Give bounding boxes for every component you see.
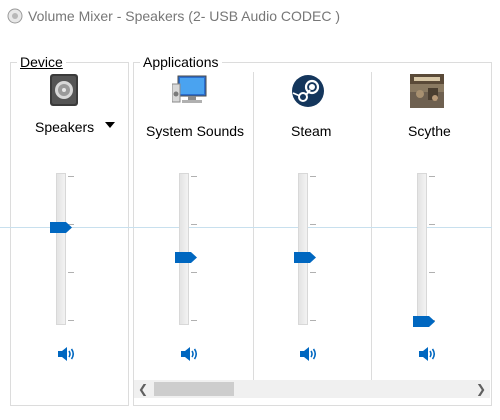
device-name-label[interactable]: Speakers bbox=[35, 119, 94, 135]
volume-tick bbox=[429, 224, 435, 225]
device-mute-button-speaker-icon[interactable] bbox=[56, 344, 78, 364]
system-sounds-volume-slider-thumb[interactable] bbox=[175, 252, 197, 263]
application-label: System Sounds bbox=[146, 123, 245, 139]
column-divider bbox=[371, 72, 372, 380]
volume-tick bbox=[310, 320, 316, 321]
scythe-volume-slider-thumb[interactable] bbox=[413, 316, 435, 327]
device-group-label: Device bbox=[17, 54, 66, 70]
volume-tick bbox=[429, 176, 435, 177]
scrollbar-thumb[interactable] bbox=[154, 382, 234, 396]
application-label: Scythe bbox=[408, 123, 451, 139]
applications-group-label: Applications bbox=[140, 54, 222, 70]
volume-tick bbox=[191, 176, 197, 177]
device-volume-slider-thumb[interactable] bbox=[50, 222, 72, 233]
applications-horizontal-scrollbar[interactable]: ❮ ❯ bbox=[134, 380, 490, 398]
scythe-volume-track[interactable] bbox=[417, 173, 427, 325]
device-dropdown-arrow-icon[interactable] bbox=[105, 122, 115, 128]
volume-tick bbox=[310, 272, 316, 273]
volume-tick bbox=[310, 176, 316, 177]
scythe-mute-button-speaker-icon[interactable] bbox=[417, 344, 439, 364]
volume-tick bbox=[429, 272, 435, 273]
scroll-right-arrow-icon[interactable]: ❯ bbox=[472, 380, 490, 398]
system-sounds-icon[interactable] bbox=[172, 74, 210, 108]
speaker-device-icon[interactable] bbox=[48, 72, 80, 108]
system-sounds-volume-track[interactable] bbox=[179, 173, 189, 325]
steam-icon[interactable] bbox=[291, 74, 325, 108]
steam-mute-button-speaker-icon[interactable] bbox=[298, 344, 320, 364]
steam-volume-track[interactable] bbox=[298, 173, 308, 325]
scroll-left-arrow-icon[interactable]: ❮ bbox=[134, 380, 152, 398]
column-divider bbox=[253, 72, 254, 380]
system-sounds-mute-button-speaker-icon[interactable] bbox=[179, 344, 201, 364]
volume-tick bbox=[191, 224, 197, 225]
steam-volume-slider-thumb[interactable] bbox=[294, 252, 316, 263]
title-bar: Volume Mixer - Speakers (2- USB Audio CO… bbox=[0, 0, 500, 32]
volume-tick bbox=[68, 272, 74, 273]
window-title: Volume Mixer - Speakers (2- USB Audio CO… bbox=[28, 8, 340, 24]
volume-tick bbox=[310, 224, 316, 225]
volume-tick bbox=[68, 320, 74, 321]
volume-tick bbox=[191, 272, 197, 273]
volume-tick bbox=[191, 320, 197, 321]
volume-tick bbox=[68, 176, 74, 177]
device-volume-track[interactable] bbox=[56, 173, 66, 325]
scythe-game-icon[interactable] bbox=[410, 74, 444, 108]
application-label: Steam bbox=[291, 123, 332, 139]
volume-mixer-app-icon bbox=[7, 8, 23, 24]
